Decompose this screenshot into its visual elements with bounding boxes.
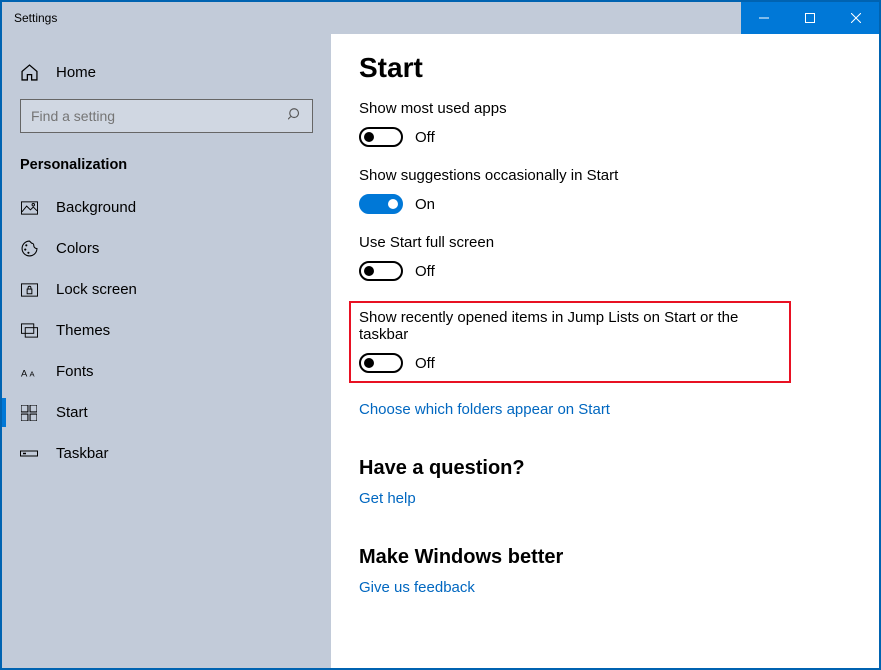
sidebar-item-label: Start [56,404,88,421]
search-icon [288,107,302,126]
themes-icon [20,323,38,338]
background-icon [20,201,38,215]
start-icon [20,405,38,421]
svg-text:A: A [29,369,35,378]
home-icon [20,64,38,81]
sidebar-item-label: Fonts [56,363,94,380]
sidebar: Home Personalization Backgr [2,34,331,668]
toggle-state: Off [415,355,435,372]
sidebar-item-taskbar[interactable]: Taskbar [2,433,331,474]
window-title-text: Settings [14,11,57,25]
sidebar-item-label: Taskbar [56,445,109,462]
setting-label: Show most used apps [359,100,851,117]
setting-label: Show recently opened items in Jump Lists… [359,309,781,343]
question-heading: Have a question? [359,457,851,480]
toggle-full-screen[interactable] [359,261,403,281]
highlighted-setting: Show recently opened items in Jump Lists… [349,301,791,383]
home-button[interactable]: Home [2,54,331,91]
window-title: Settings [2,2,741,34]
minimize-icon [759,13,769,23]
setting-full-screen: Use Start full screen Off [359,234,851,281]
sidebar-item-label: Colors [56,240,99,257]
lock-screen-icon [20,283,38,297]
maximize-icon [805,13,815,23]
toggle-state: Off [415,129,435,146]
setting-most-used-apps: Show most used apps Off [359,100,851,147]
sidebar-item-fonts[interactable]: AA Fonts [2,351,331,392]
sidebar-item-label: Background [56,199,136,216]
colors-icon [20,240,38,257]
setting-suggestions: Show suggestions occasionally in Start O… [359,167,851,214]
maximize-button[interactable] [787,2,833,34]
fonts-icon: AA [20,365,38,379]
sidebar-item-label: Lock screen [56,281,137,298]
close-icon [851,13,861,23]
sidebar-item-themes[interactable]: Themes [2,310,331,351]
close-button[interactable] [833,2,879,34]
minimize-button[interactable] [741,2,787,34]
toggle-most-used-apps[interactable] [359,127,403,147]
search-field[interactable] [31,108,288,124]
toggle-state: On [415,196,435,213]
toggle-jump-lists[interactable] [359,353,403,373]
setting-label: Show suggestions occasionally in Start [359,167,851,184]
sidebar-item-background[interactable]: Background [2,187,331,228]
setting-label: Use Start full screen [359,234,851,251]
category-label: Personalization [2,151,331,187]
search-input[interactable] [20,99,313,133]
sidebar-item-colors[interactable]: Colors [2,228,331,269]
main-content: Start Show most used apps Off Show sugge… [331,34,879,668]
svg-text:A: A [21,368,28,378]
toggle-state: Off [415,263,435,280]
better-heading: Make Windows better [359,546,851,569]
feedback-link[interactable]: Give us feedback [359,579,475,596]
titlebar: Settings [2,2,879,34]
nav-list: Background Colors Lock screen [2,187,331,474]
sidebar-item-start[interactable]: Start [2,392,331,433]
page-title: Start [359,52,851,84]
home-label: Home [56,64,96,81]
help-link[interactable]: Get help [359,490,416,507]
folders-link[interactable]: Choose which folders appear on Start [359,401,610,418]
titlebar-controls [741,2,879,34]
taskbar-icon [20,450,38,457]
sidebar-item-label: Themes [56,322,110,339]
toggle-suggestions[interactable] [359,194,403,214]
sidebar-item-lock-screen[interactable]: Lock screen [2,269,331,310]
